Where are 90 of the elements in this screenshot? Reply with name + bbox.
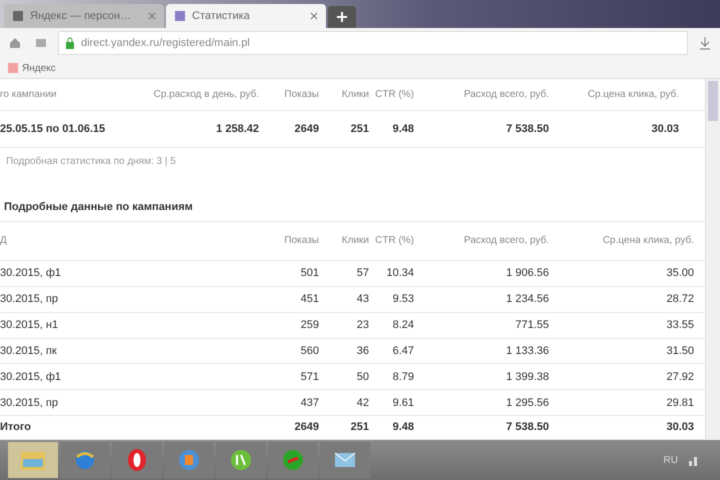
column-header: Ср.расход в день, руб.	[152, 88, 260, 100]
taskbar-app[interactable]	[216, 442, 266, 478]
table-cell-text: 30.03	[665, 421, 695, 434]
page-icon	[174, 10, 186, 22]
table-cell-text: 50	[356, 370, 370, 383]
table-cell-text: 7 538.50	[505, 421, 550, 434]
stats-link[interactable]: Подробная статистика по дням: 3 | 5	[0, 148, 705, 175]
mail-icon	[333, 450, 357, 470]
table-cell-text: 29.81	[665, 396, 695, 409]
bookmark-link[interactable]: Яндекс	[8, 62, 56, 74]
language-indicator[interactable]: RU	[664, 454, 678, 466]
download-icon	[698, 36, 712, 50]
close-icon[interactable]	[310, 12, 318, 20]
table-cell-text: 560	[300, 344, 320, 357]
table-cell-text: 437	[300, 396, 320, 409]
column-header: Расход всего, руб.	[462, 88, 550, 100]
section-title: Подробные данные по кампаниям	[0, 174, 705, 222]
table-cell-text: 31.50	[665, 344, 695, 357]
address-field[interactable]: direct.yandex.ru/registered/main.pl	[58, 31, 688, 55]
table-cell-text: 30.2015, ф1	[0, 267, 62, 280]
column-header: CTR (%)	[375, 88, 415, 100]
column-header: Расход всего, руб.	[462, 235, 550, 246]
table-cell-text: 36	[356, 344, 370, 357]
table-cell-text: 1 258.42	[215, 122, 260, 135]
table-cell-text: 35.00	[665, 267, 695, 280]
taskbar-app[interactable]	[112, 442, 162, 478]
home-icon	[8, 36, 22, 50]
column-header: Клики	[340, 235, 370, 246]
table-cell-text: 30.2015, н1	[0, 319, 60, 332]
table-cell-text: 30.2015, пк	[0, 344, 58, 357]
scrollbar[interactable]	[705, 79, 720, 440]
browser-tab[interactable]: Яндекс — персон…	[4, 4, 164, 28]
bookmark-icon	[8, 63, 18, 73]
table-cell-text: 9.61	[392, 396, 415, 409]
table-cell-text: 251	[350, 122, 370, 135]
folder-icon	[20, 449, 46, 471]
table-cell-text: 1 133.36	[505, 344, 550, 357]
table-cell-text: Итого	[0, 421, 32, 434]
table-cell-text: 2649	[294, 421, 320, 434]
table-cell-text: 501	[300, 267, 320, 280]
table-cell-text: 27.92	[665, 370, 695, 383]
table-cell-text: 30.2015, пр	[0, 396, 59, 409]
column-header: Ср.цена клика, руб.	[586, 88, 680, 100]
table-cell-text: 42	[356, 396, 370, 409]
column-header: Показы	[283, 235, 320, 246]
table-cell-text: 1 295.56	[505, 396, 550, 409]
table-cell-text: 25.05.15 по 01.06.15	[0, 122, 106, 135]
lock-icon	[65, 37, 75, 49]
table-cell-text: 571	[300, 370, 320, 383]
signal-icon[interactable]	[688, 454, 700, 466]
taskbar-app[interactable]	[60, 442, 110, 478]
table-cell-text: 28.72	[665, 293, 695, 306]
table-cell-text: 1 906.56	[505, 267, 550, 280]
column-header: Ср.цена клика, руб.	[602, 235, 695, 246]
table-cell-text: 6.47	[392, 344, 415, 357]
table-cell-text: 30.2015, пр	[0, 293, 59, 306]
table-cell-text: 9.48	[392, 122, 415, 135]
new-tab-button[interactable]	[328, 6, 356, 28]
table-cell-text: 30.03	[650, 122, 680, 135]
table-cell-text: 10.34	[385, 267, 415, 280]
column-header: Клики	[340, 88, 370, 100]
table-cell-text: 8.79	[392, 370, 415, 383]
table-cell-text: 57	[356, 267, 370, 280]
column-header: Д	[0, 235, 8, 246]
column-header: го кампании	[0, 88, 58, 100]
table-cell-text: 30.2015, ф1	[0, 370, 62, 383]
table-cell-text: 1 234.56	[505, 293, 550, 306]
scroll-thumb[interactable]	[708, 81, 718, 121]
table-cell-text: 23	[356, 319, 370, 332]
table-cell-text: 43	[356, 293, 370, 306]
page-icon	[12, 10, 24, 22]
ring-icon	[125, 448, 149, 472]
plus-icon	[337, 12, 347, 22]
table-cell-text: 8.24	[392, 319, 415, 332]
table-cell-text: 771.55	[514, 319, 550, 332]
table-cell-text: 9.53	[392, 293, 415, 306]
table-cell-text: 251	[350, 421, 370, 434]
table-cell-text: 259	[300, 319, 320, 332]
browser-tab[interactable]: Статистика	[166, 4, 326, 28]
table-cell-text: 1 399.38	[505, 370, 550, 383]
table-cell-text: 451	[300, 293, 320, 306]
column-header: CTR (%)	[375, 235, 415, 246]
close-icon[interactable]	[148, 12, 156, 20]
column-header: Показы	[283, 88, 320, 100]
media-icon	[177, 448, 201, 472]
table-cell-text: 2649	[294, 122, 320, 135]
taskbar-app[interactable]	[320, 442, 370, 478]
table-cell-text: 33.55	[665, 319, 695, 332]
table-cell-text: 9.48	[392, 421, 415, 434]
table-cell-text: 7 538.50	[505, 122, 550, 135]
